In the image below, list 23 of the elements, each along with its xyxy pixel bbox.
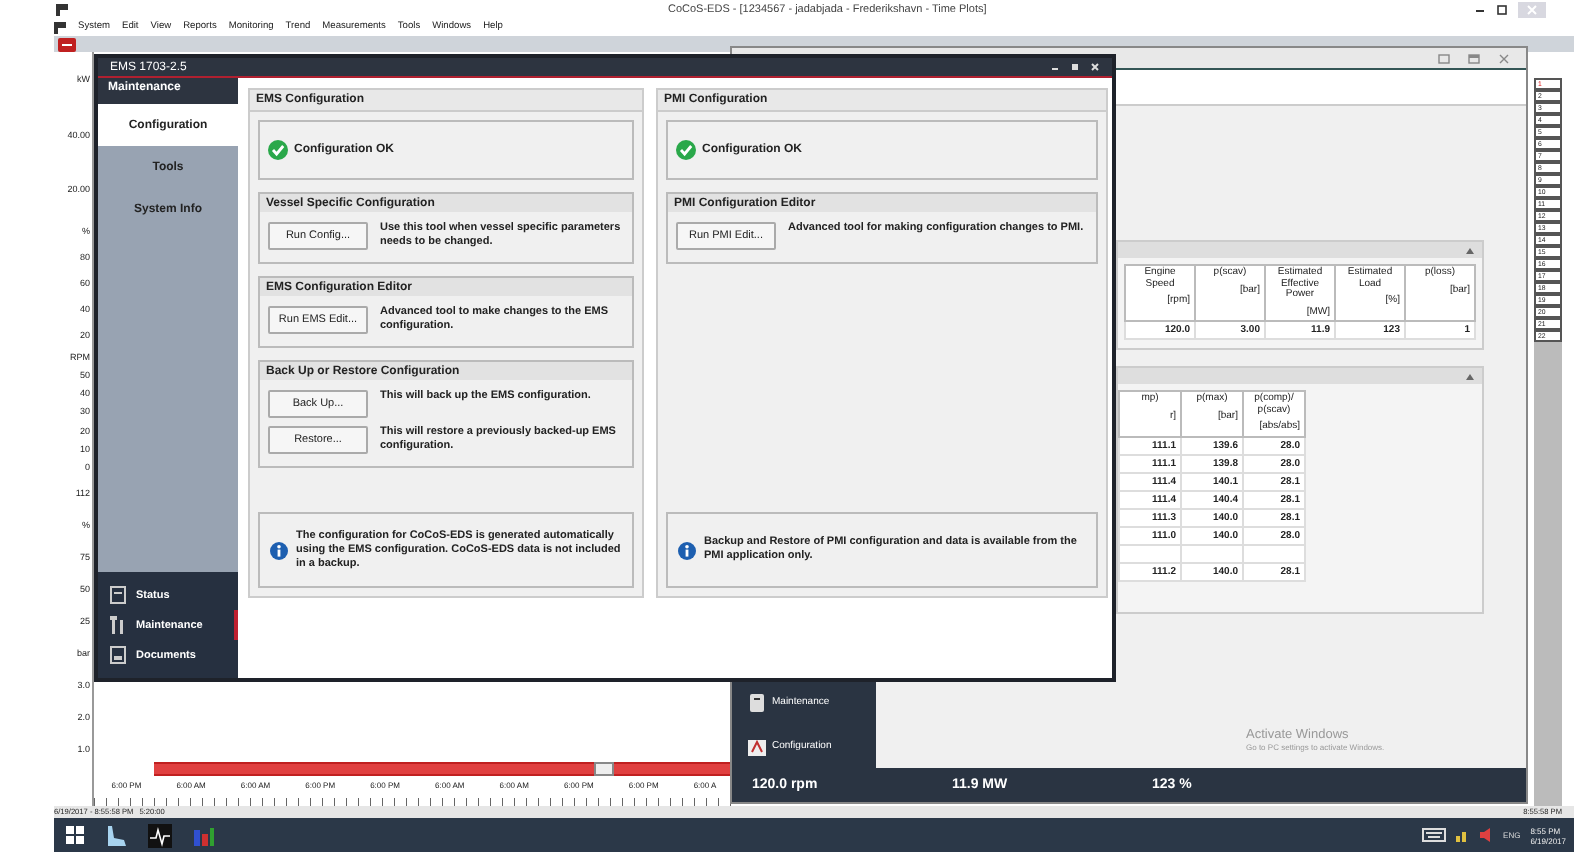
keyboard-icon[interactable] bbox=[1421, 828, 1446, 842]
waveform-icon[interactable] bbox=[148, 823, 172, 847]
speaker-icon[interactable] bbox=[1479, 828, 1494, 842]
restore-icon[interactable] bbox=[1438, 53, 1450, 63]
chart-icon[interactable] bbox=[192, 823, 216, 847]
app-icon bbox=[56, 3, 68, 15]
collapse-icon[interactable] bbox=[1466, 247, 1474, 253]
document-icon bbox=[748, 737, 766, 755]
app-icon bbox=[54, 21, 66, 33]
maximize-icon[interactable] bbox=[1496, 3, 1508, 15]
start-icon[interactable] bbox=[66, 826, 84, 844]
timeline-scrollbar[interactable] bbox=[154, 762, 734, 776]
clipboard-icon bbox=[110, 586, 126, 604]
maximize-icon[interactable] bbox=[1070, 62, 1080, 72]
info-icon bbox=[678, 541, 696, 559]
check-icon bbox=[268, 140, 288, 160]
check-icon bbox=[676, 140, 696, 160]
tools-icon bbox=[110, 616, 126, 634]
stop-icon[interactable] bbox=[58, 37, 76, 51]
document-icon bbox=[110, 646, 126, 664]
info-icon bbox=[270, 541, 288, 559]
collapse-icon[interactable] bbox=[1466, 373, 1474, 379]
network-icon[interactable] bbox=[1455, 828, 1470, 842]
